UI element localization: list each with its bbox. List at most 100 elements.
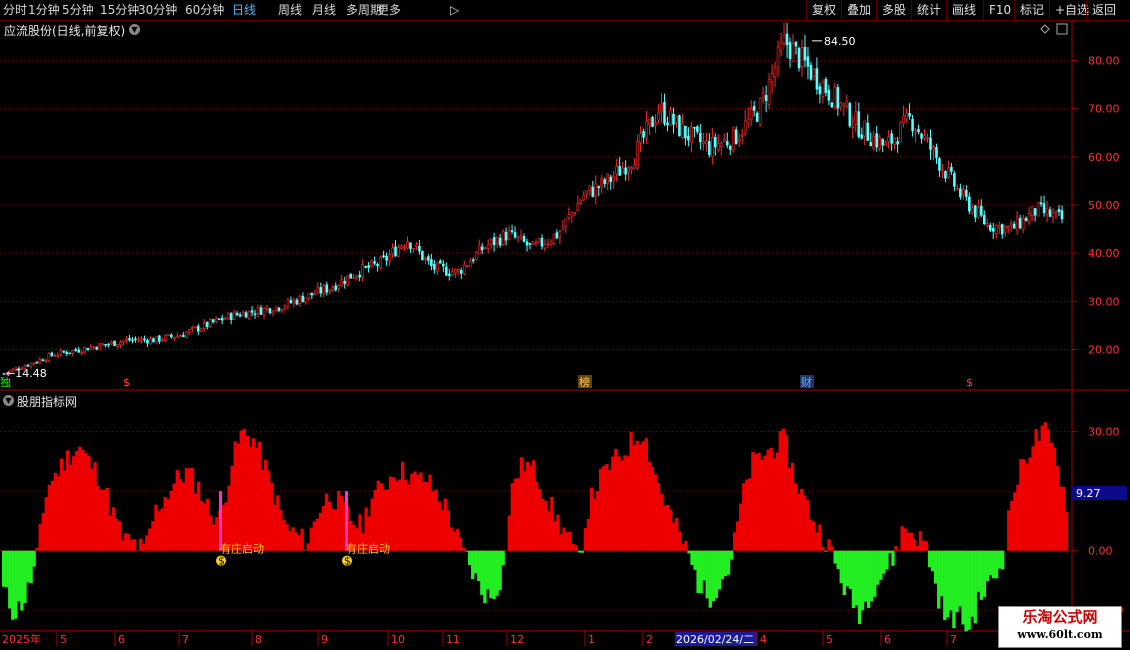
indicator-bar	[531, 460, 536, 551]
price-tick-label: 70.00	[1088, 103, 1120, 116]
time-axis-label: 5	[826, 633, 833, 646]
indicator-bar	[748, 478, 752, 551]
candle-body	[268, 308, 272, 314]
indicator-bar	[952, 550, 956, 629]
candle-body	[301, 295, 305, 303]
indicator-bar	[940, 550, 944, 597]
indicator-bar	[991, 550, 996, 579]
candle-body	[737, 138, 741, 142]
indicator-bar	[751, 451, 755, 551]
indicator-bar	[379, 483, 384, 551]
candle-body	[412, 248, 415, 250]
indicator-bar	[903, 528, 907, 551]
candle-body	[519, 235, 523, 238]
candle-body	[173, 337, 176, 339]
indicator-bar	[388, 476, 393, 551]
indicator-bar	[337, 491, 341, 551]
indicator-bar	[239, 430, 243, 551]
candle-body	[579, 200, 583, 204]
indicator-bar	[416, 474, 420, 551]
candle-body	[591, 186, 595, 197]
candle-body	[564, 218, 568, 227]
indicator-bar	[742, 483, 746, 551]
candle-body	[391, 247, 394, 254]
indicator-bar	[166, 499, 170, 551]
candle-body	[331, 287, 335, 291]
candle-body	[352, 277, 355, 279]
candle-body	[202, 322, 206, 329]
watermark-url: www.60lt.com	[1017, 628, 1103, 641]
candle-body	[137, 339, 140, 342]
indicator-bar	[659, 493, 664, 551]
indicator-bar	[964, 550, 968, 632]
indicator-bar	[507, 515, 511, 551]
candle-body	[507, 230, 511, 240]
indicator-bar	[714, 550, 719, 598]
candle-body	[101, 343, 104, 346]
candle-body	[122, 340, 125, 343]
indicator-bar	[300, 528, 304, 551]
price-tick-label: 40.00	[1088, 247, 1120, 260]
indicator-bar	[385, 489, 390, 551]
indicator-bar	[178, 479, 182, 551]
indicator-bar	[1049, 442, 1054, 551]
candle-body	[1018, 218, 1022, 229]
time-axis-label: 2026/02/24/二	[676, 633, 754, 646]
candle-body	[887, 136, 890, 142]
indicator-bar	[973, 550, 977, 624]
candle-body	[728, 145, 732, 150]
indicator-bar	[766, 449, 770, 551]
indicator-bar	[528, 465, 533, 551]
candle-body	[217, 318, 221, 321]
indicator-bar	[227, 485, 231, 551]
candle-body	[974, 205, 977, 218]
candle-body	[997, 225, 1001, 228]
candle-body	[719, 142, 723, 148]
candle-body	[247, 310, 251, 319]
candle-body	[845, 101, 849, 107]
candle-body	[448, 273, 451, 276]
indicator-bar	[754, 454, 758, 551]
indicator-bar	[59, 458, 64, 551]
indicator-bar	[257, 441, 262, 551]
indicator-bar	[193, 493, 198, 551]
candle-body	[376, 264, 379, 267]
candle-body	[158, 335, 161, 342]
indicator-bar	[818, 524, 822, 551]
indicator-bar	[927, 550, 932, 568]
candle-body	[965, 190, 968, 197]
indicator-bar	[888, 550, 892, 553]
candle-body	[453, 268, 457, 274]
candle-body	[128, 337, 131, 341]
candle-body	[708, 141, 711, 156]
candle-body	[196, 325, 200, 332]
candle-body	[152, 338, 155, 343]
indicator-bar	[769, 447, 773, 551]
indicator-bar	[571, 543, 575, 551]
indicator-bar	[860, 550, 865, 611]
indicator-bar	[294, 532, 298, 551]
indicator-bar	[90, 468, 94, 551]
indicator-bar	[690, 550, 694, 565]
candle-body	[143, 338, 146, 341]
signal-coin-symbol: $	[344, 555, 351, 568]
indicator-bar	[982, 550, 987, 597]
candle-body	[702, 140, 705, 144]
indicator-bar	[705, 550, 709, 599]
indicator-bar	[806, 500, 810, 551]
indicator-bar	[428, 474, 432, 551]
candle-body	[125, 339, 128, 342]
indicator-bar	[471, 550, 475, 580]
indicator-bar	[519, 457, 524, 551]
indicator-bar	[446, 510, 451, 551]
candle-body	[283, 306, 287, 309]
indicator-bar	[306, 543, 310, 551]
event-mark-dollar: $	[123, 376, 130, 389]
candle-body	[477, 244, 481, 255]
indicator-dropdown-icon[interactable]: ▼	[3, 395, 14, 406]
candle-body	[875, 133, 879, 148]
candle-body	[155, 335, 158, 343]
candle-body	[430, 259, 433, 266]
time-axis-label: 2	[646, 633, 653, 646]
indicator-bar	[187, 468, 192, 551]
